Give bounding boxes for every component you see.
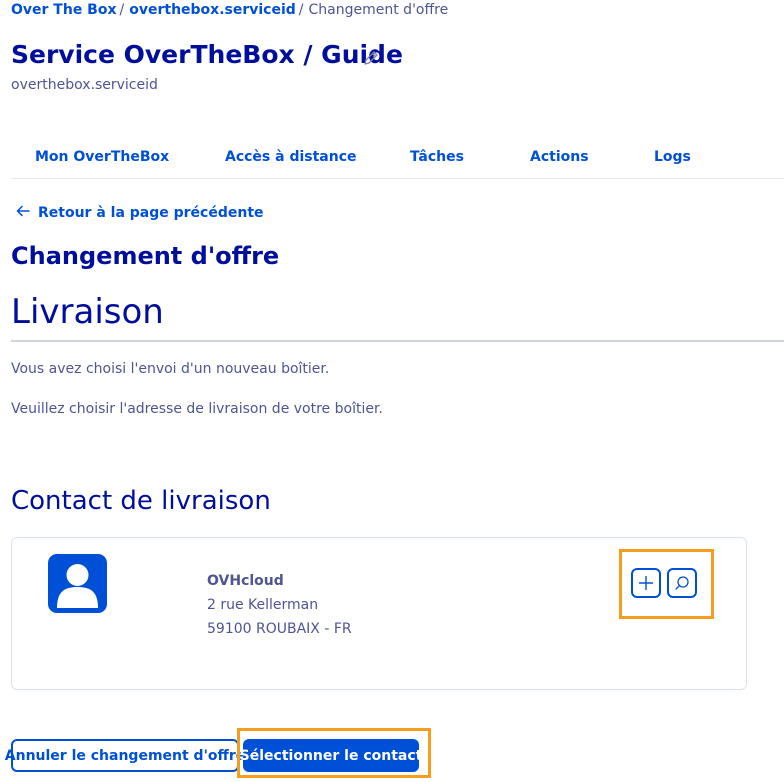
page-subtitle: overthebox.serviceid — [11, 77, 158, 93]
search-contact-button[interactable] — [667, 568, 697, 598]
arrow-left-icon — [16, 205, 34, 221]
section-title: Changement d'offre — [11, 242, 280, 270]
tab-logs[interactable]: Logs — [654, 149, 691, 165]
tab-actions[interactable]: Actions — [530, 149, 589, 165]
contact-address-line1: 2 rue Kellerman — [207, 597, 319, 613]
divider — [11, 340, 784, 342]
contact-heading: Contact de livraison — [11, 486, 271, 516]
add-contact-button[interactable] — [631, 568, 661, 598]
tab-taches[interactable]: Tâches — [410, 149, 464, 165]
cancel-offer-change-button[interactable]: Annuler le changement d'offre — [5, 739, 245, 772]
breadcrumb-current: Changement d'offre — [308, 2, 449, 18]
delivery-text-1: Vous avez choisi l'envoi d'un nouveau bo… — [11, 361, 330, 377]
delivery-text-2: Veuillez choisir l'adresse de livraison … — [11, 401, 383, 417]
back-link[interactable]: Retour à la page précédente — [16, 205, 264, 221]
plus-icon — [639, 576, 653, 590]
breadcrumb-link-overthebox[interactable]: Over The Box — [11, 2, 117, 18]
user-icon — [48, 554, 107, 613]
contact-address-line2: 59100 ROUBAIX - FR — [207, 621, 352, 637]
tab-acces-a-distance[interactable]: Accès à distance — [225, 149, 357, 165]
contact-name: OVHcloud — [207, 573, 284, 589]
delivery-heading: Livraison — [11, 292, 164, 332]
search-icon — [675, 576, 689, 590]
page-title: Service OverTheBox / Guide — [11, 40, 403, 69]
breadcrumb-link-serviceid[interactable]: overthebox.serviceid — [129, 2, 296, 18]
tab-bar: Mon OverTheBox Accès à distance Tâches A… — [11, 140, 784, 179]
tab-mon-overthebox[interactable]: Mon OverTheBox — [35, 149, 169, 165]
back-link-label: Retour à la page précédente — [38, 205, 264, 221]
breadcrumb-separator: / — [298, 2, 304, 18]
breadcrumb: Over The Box / overthebox.serviceid / Change… — [11, 2, 448, 18]
highlight-box — [237, 728, 431, 778]
breadcrumb-separator: / — [119, 2, 125, 18]
edit-icon[interactable] — [360, 47, 382, 69]
